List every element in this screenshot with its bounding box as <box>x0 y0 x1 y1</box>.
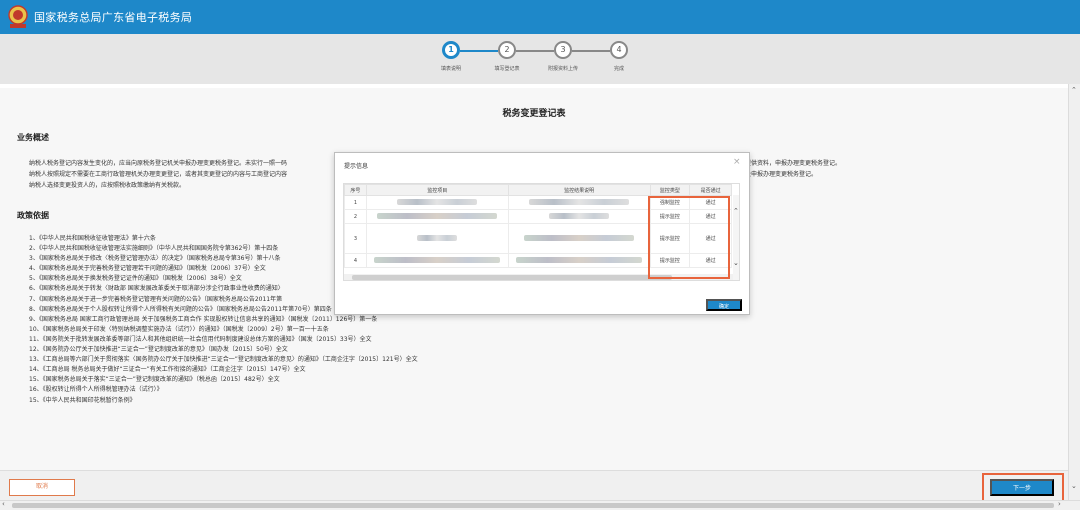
overview-line-tail: 关申报办理变更税务登记。 <box>745 171 818 178</box>
redacted-cell <box>507 253 651 268</box>
step-label: 填表说明 <box>440 66 461 72</box>
step-label: 完成 <box>613 66 624 72</box>
step-3: 3 附报资料上传 <box>533 41 593 72</box>
redacted-cell <box>365 253 509 268</box>
scroll-right-icon[interactable]: › <box>1058 500 1061 508</box>
column-header: 是否通过 <box>689 184 732 196</box>
scroll-left-icon[interactable]: ‹ <box>2 500 5 508</box>
form-footer: 取消 下一步 <box>0 470 1068 502</box>
column-header: 监控类型 <box>649 184 691 196</box>
row-number: 3 <box>344 223 367 254</box>
chevron-up-icon[interactable]: ⌃ <box>733 207 739 215</box>
scroll-up-icon[interactable]: ⌃ <box>1071 86 1077 94</box>
redacted-cell <box>365 195 509 210</box>
app-header: 国家税务总局广东省电子税务局 <box>0 0 1080 34</box>
row-number: 1 <box>344 195 367 210</box>
policy-item: 16、《股权转让所得个人所得税管理办法（试行）》 <box>29 386 163 394</box>
policy-item: 12、《国务院办公厅关于加快推进“三证合一”登记制度改革的意见》（国办发〔201… <box>29 346 288 354</box>
policy-item: 15、《国家税务总局关于落实“三证合一”登记制度改革的通知》（税总函〔2015〕… <box>29 376 280 384</box>
overview-heading: 业务概述 <box>17 133 49 142</box>
redacted-cell <box>507 209 651 224</box>
monitor-columns-highlight <box>648 196 730 279</box>
policy-item: 15、《中华人民共和国印花税暂行条例》 <box>29 396 136 404</box>
tax-emblem-logo <box>8 5 28 28</box>
row-number: 2 <box>344 209 367 224</box>
page-horizontal-scrollbar[interactable]: ‹ › <box>0 500 1080 510</box>
policy-item: 11、《国务院关于批转发展改革委等部门法人和其他组织统一社会信用代码制度建设总体… <box>29 335 372 343</box>
redacted-cell <box>507 195 651 210</box>
step-1: 1 填表说明 <box>421 41 481 72</box>
policy-item: 14、《工商总局 税务总局关于做好“三证合一”有关工作衔接的通知》（工商企注字〔… <box>29 366 306 374</box>
dialog-title: 提示信息 <box>344 163 369 170</box>
redacted-cell <box>507 223 651 254</box>
close-icon[interactable]: × <box>733 157 741 167</box>
cancel-button[interactable]: 取消 <box>9 479 75 496</box>
scroll-down-icon[interactable]: ⌄ <box>1071 482 1077 490</box>
step-2: 2 填写登记表 <box>477 41 537 72</box>
policy-item: 9、《国家税务总局 国家工商行政管理总局 关于加强税务工商合作 实现股权转让信息… <box>29 315 378 323</box>
policy-item: 13、《工商总局等六部门关于贯彻落实〈国务院办公厅关于加快推进“三证合一”登记制… <box>29 356 418 364</box>
chevron-down-icon[interactable]: ⌄ <box>733 259 739 267</box>
policy-heading: 政策依据 <box>17 211 49 220</box>
page-title: 税务变更登记表 <box>502 109 566 119</box>
column-header: 序号 <box>344 184 367 196</box>
column-header: 监控结果说明 <box>507 184 651 196</box>
app-title: 国家税务总局广东省电子税务局 <box>34 11 193 24</box>
step-label: 填写登记表 <box>494 66 520 72</box>
confirm-button[interactable]: 确定 <box>706 299 742 311</box>
redacted-cell <box>365 209 509 224</box>
redacted-cell <box>365 223 509 254</box>
next-step-button[interactable]: 下一步 <box>990 479 1054 496</box>
column-header: 监控项目 <box>365 184 509 196</box>
policy-item: 10、《国家税务总局关于印发〈特别纳税调整实施办法（试行）〉的通知》（国税发〔2… <box>29 325 329 333</box>
step-label: 附报资料上传 <box>547 66 578 72</box>
overview-line-tail: 提供资料，申报办理变更税务登记。 <box>745 160 842 167</box>
row-number: 4 <box>344 253 367 268</box>
page-vertical-scrollbar[interactable]: ⌃ ⌄ <box>1068 84 1080 500</box>
scrollbar-thumb[interactable] <box>352 275 672 280</box>
scrollbar-thumb[interactable] <box>12 503 1054 508</box>
progress-steps: 1 填表说明 2 填写登记表 3 附报资料上传 4 完成 <box>0 34 1080 84</box>
step-4: 4 完成 <box>589 41 649 72</box>
table-vertical-scrollbar[interactable]: ⌃ ⌄ <box>733 195 739 280</box>
